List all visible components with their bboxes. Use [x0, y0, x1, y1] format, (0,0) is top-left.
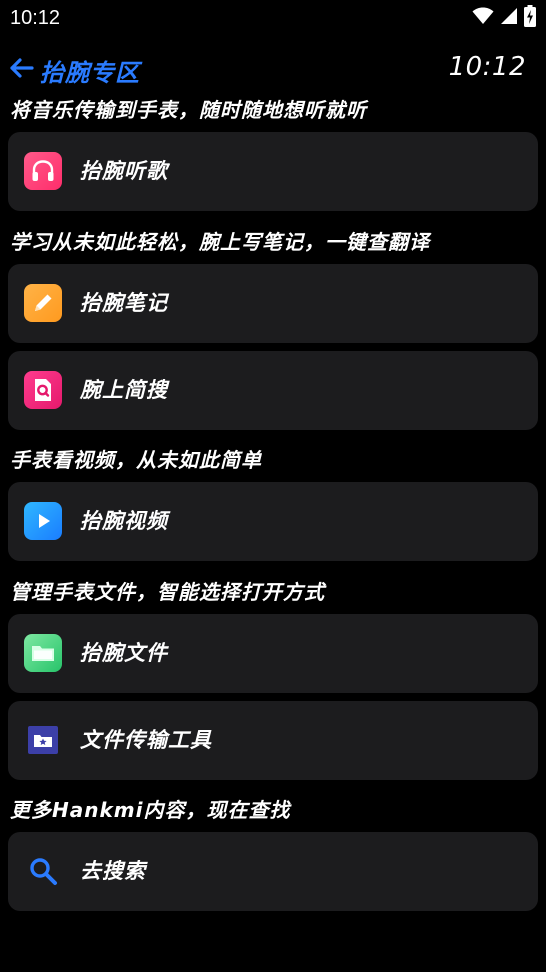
card-label: 腕上简搜 — [80, 378, 168, 402]
card-label: 抬腕听歌 — [80, 159, 168, 183]
status-bar: 10:12 — [0, 0, 546, 36]
wifi-icon — [472, 7, 494, 29]
status-icons — [472, 5, 536, 31]
section-title-files: 管理手表文件，智能选择打开方式 — [10, 580, 325, 604]
section-title-video: 手表看视频，从未如此简单 — [10, 448, 262, 472]
card-label: 抬腕文件 — [80, 641, 168, 665]
section-title-search: 更多Hankmi内容，现在查找 — [10, 798, 291, 822]
search-icon — [24, 852, 62, 890]
page-title: 抬腕专区 — [40, 58, 140, 87]
folder-star-icon — [24, 721, 62, 759]
signal-icon — [500, 7, 518, 29]
search-doc-icon — [24, 371, 62, 409]
card-label: 抬腕笔记 — [80, 291, 168, 315]
card-label: 文件传输工具 — [80, 728, 212, 752]
headphones-icon — [24, 152, 62, 190]
section-title-music: 将音乐传输到手表，随时随地想听就听 — [10, 98, 367, 122]
status-time: 10:12 — [10, 7, 61, 29]
battery-charging-icon — [524, 5, 536, 31]
arrow-left-icon — [8, 57, 34, 83]
card-video[interactable]: 抬腕视频 — [8, 482, 538, 561]
pencil-icon — [24, 284, 62, 322]
card-files[interactable]: 抬腕文件 — [8, 614, 538, 693]
clock: 10:12 — [448, 52, 526, 82]
folder-icon — [24, 634, 62, 672]
card-label: 去搜索 — [80, 859, 146, 883]
card-label: 抬腕视频 — [80, 509, 168, 533]
card-notes[interactable]: 抬腕笔记 — [8, 264, 538, 343]
card-file-transfer[interactable]: 文件传输工具 — [8, 701, 538, 780]
play-icon — [24, 502, 62, 540]
card-quick-search[interactable]: 腕上简搜 — [8, 351, 538, 430]
card-music[interactable]: 抬腕听歌 — [8, 132, 538, 211]
back-button[interactable]: 抬腕专区 — [8, 54, 140, 87]
section-title-study: 学习从未如此轻松，腕上写笔记，一键查翻译 — [10, 230, 430, 254]
card-search[interactable]: 去搜索 — [8, 832, 538, 911]
header: 抬腕专区 10:12 — [0, 50, 546, 90]
